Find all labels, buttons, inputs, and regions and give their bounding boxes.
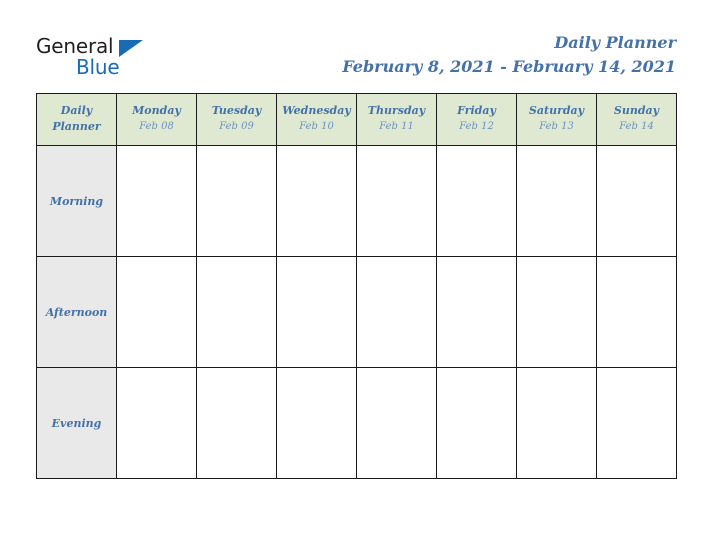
slot-afternoon-wednesday[interactable] [276,256,357,368]
slot-afternoon-friday[interactable] [436,256,517,368]
day-header-tuesday: Tuesday Feb 09 [196,93,277,146]
page-title: Daily Planner [554,33,676,52]
day-date: Feb 12 [459,121,494,132]
slot-morning-sunday[interactable] [596,145,677,257]
date-range: February 8, 2021 - February 14, 2021 [342,57,676,76]
day-name: Thursday [367,104,426,117]
slot-afternoon-saturday[interactable] [516,256,597,368]
slot-morning-saturday[interactable] [516,145,597,257]
slot-morning-wednesday[interactable] [276,145,357,257]
slot-afternoon-tuesday[interactable] [196,256,277,368]
period-label-text: Morning [49,195,104,208]
period-label-evening: Evening [36,367,117,479]
slot-afternoon-monday[interactable] [116,256,197,368]
day-name: Saturday [528,104,585,117]
day-header-sunday: Sunday Feb 14 [596,93,677,146]
day-name: Sunday [613,104,660,117]
table-row-morning: Morning [36,145,677,257]
day-name: Monday [132,104,181,117]
day-header-friday: Friday Feb 12 [436,93,517,146]
slot-afternoon-sunday[interactable] [596,256,677,368]
day-header-saturday: Saturday Feb 13 [516,93,597,146]
slot-evening-tuesday[interactable] [196,367,277,479]
slot-morning-thursday[interactable] [356,145,437,257]
daily-planner-table: Daily Planner Monday Feb 08 Tuesday Feb … [36,93,677,479]
day-date: Feb 08 [139,121,174,132]
title-block: Daily Planner February 8, 2021 - Februar… [342,32,676,78]
table-row-afternoon: Afternoon [36,256,677,368]
slot-morning-monday[interactable] [116,145,197,257]
day-date: Feb 09 [219,121,254,132]
blue-triangle-icon [119,40,143,57]
day-name: Friday [457,104,496,117]
day-name: Tuesday [211,104,262,117]
day-header-wednesday: Wednesday Feb 10 [276,93,357,146]
day-header-thursday: Thursday Feb 11 [356,93,437,146]
corner-label-line1: Daily [60,103,93,117]
period-label-afternoon: Afternoon [36,256,117,368]
page-header: General Blue Daily Planner February 8, 2… [0,0,712,90]
slot-evening-friday[interactable] [436,367,517,479]
day-header-monday: Monday Feb 08 [116,93,197,146]
logo-text-blue: Blue [76,55,120,79]
day-date: Feb 13 [539,121,574,132]
table-corner-header: Daily Planner [36,93,117,146]
day-date: Feb 11 [379,121,414,132]
day-name: Wednesday [282,104,351,117]
period-label-text: Evening [51,417,102,430]
slot-morning-friday[interactable] [436,145,517,257]
slot-morning-tuesday[interactable] [196,145,277,257]
slot-evening-sunday[interactable] [596,367,677,479]
day-date: Feb 14 [619,121,654,132]
period-label-text: Afternoon [45,306,108,319]
general-blue-logo: General Blue [36,36,246,82]
slot-evening-saturday[interactable] [516,367,597,479]
slot-evening-monday[interactable] [116,367,197,479]
table-row-evening: Evening [36,367,677,479]
day-date: Feb 10 [299,121,334,132]
corner-label-line2: Planner [52,119,101,133]
logo-text-general: General [36,34,114,58]
slot-afternoon-thursday[interactable] [356,256,437,368]
slot-evening-thursday[interactable] [356,367,437,479]
slot-evening-wednesday[interactable] [276,367,357,479]
period-label-morning: Morning [36,145,117,257]
table-header-row: Daily Planner Monday Feb 08 Tuesday Feb … [36,93,677,146]
